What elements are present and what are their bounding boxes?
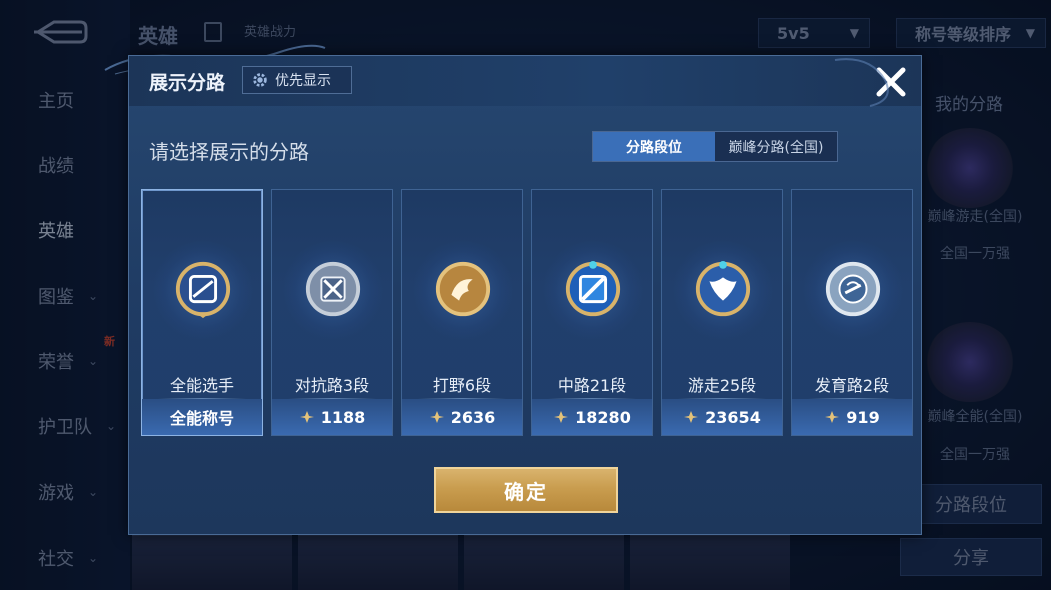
card-label: 打野6段 (432, 376, 492, 395)
mid-lane-emblem-icon (565, 260, 621, 317)
lane-card[interactable]: 对抗路3段 1188 (271, 189, 393, 436)
lane-card[interactable]: 游走25段 23654 (661, 189, 783, 436)
lane-card[interactable]: 发育路2段 919 (791, 189, 913, 436)
lane-cards: 全能选手 全能称号 对抗路3段 1188 打野6段 2636 中路21段 18280 游走25段… (141, 189, 913, 436)
card-label: 全能选手 (169, 376, 234, 395)
lane-mode-toggle: 分路段位 巅峰分路(全国) (592, 131, 838, 162)
tab-lane-rank[interactable]: 分路段位 (593, 132, 715, 161)
clash-lane-emblem-icon (305, 261, 361, 317)
lane-card[interactable]: 全能选手 全能称号 (141, 189, 263, 436)
jungle-emblem-icon (435, 261, 491, 317)
confirm-button[interactable]: 确定 (434, 467, 618, 513)
rank-points-value: 1188 (320, 407, 366, 427)
card-label: 发育路2段 (814, 376, 890, 395)
modal-title: 展示分路 (149, 72, 226, 94)
title-label: 全能称号 (169, 409, 234, 428)
card-footer: 23654 (662, 399, 782, 435)
all-round-emblem-icon (175, 261, 231, 319)
card-label: 对抗路3段 (294, 376, 370, 395)
lane-display-modal: 展示分路 优先显示 请选择展示的分路 分路段位 巅峰分路(全国) 全能选手全能称… (128, 55, 922, 535)
rank-points-value: 23654 (705, 407, 761, 427)
rank-points-icon (684, 411, 699, 423)
rank-points-icon (299, 411, 314, 423)
card-label: 中路21段 (557, 376, 627, 395)
farm-lane-emblem-icon (825, 261, 881, 317)
card-footer: 全能称号 (142, 399, 262, 435)
tab-peak-lane[interactable]: 巅峰分路(全国) (715, 132, 837, 161)
rank-points-value: 2636 (450, 407, 496, 427)
card-label: 游走25段 (687, 376, 757, 395)
modal-subtitle: 请选择展示的分路 (149, 140, 309, 164)
priority-display-label: 优先显示 (275, 73, 331, 89)
lane-card[interactable]: 中路21段 18280 (531, 189, 653, 436)
gear-icon (253, 73, 267, 87)
card-footer: 919 (792, 399, 912, 435)
lane-card[interactable]: 打野6段 2636 (401, 189, 523, 436)
roam-emblem-icon (695, 260, 751, 317)
card-footer: 2636 (402, 399, 522, 435)
rank-points-icon (429, 411, 444, 423)
card-footer: 1188 (272, 399, 392, 435)
swirl-ornament-icon (834, 58, 889, 107)
card-footer: 18280 (532, 399, 652, 435)
rank-points-value: 18280 (575, 407, 631, 427)
priority-display-button[interactable]: 优先显示 (242, 66, 352, 94)
rank-points-icon (825, 411, 840, 423)
rank-points-icon (554, 411, 569, 423)
rank-points-value: 919 (846, 407, 880, 427)
